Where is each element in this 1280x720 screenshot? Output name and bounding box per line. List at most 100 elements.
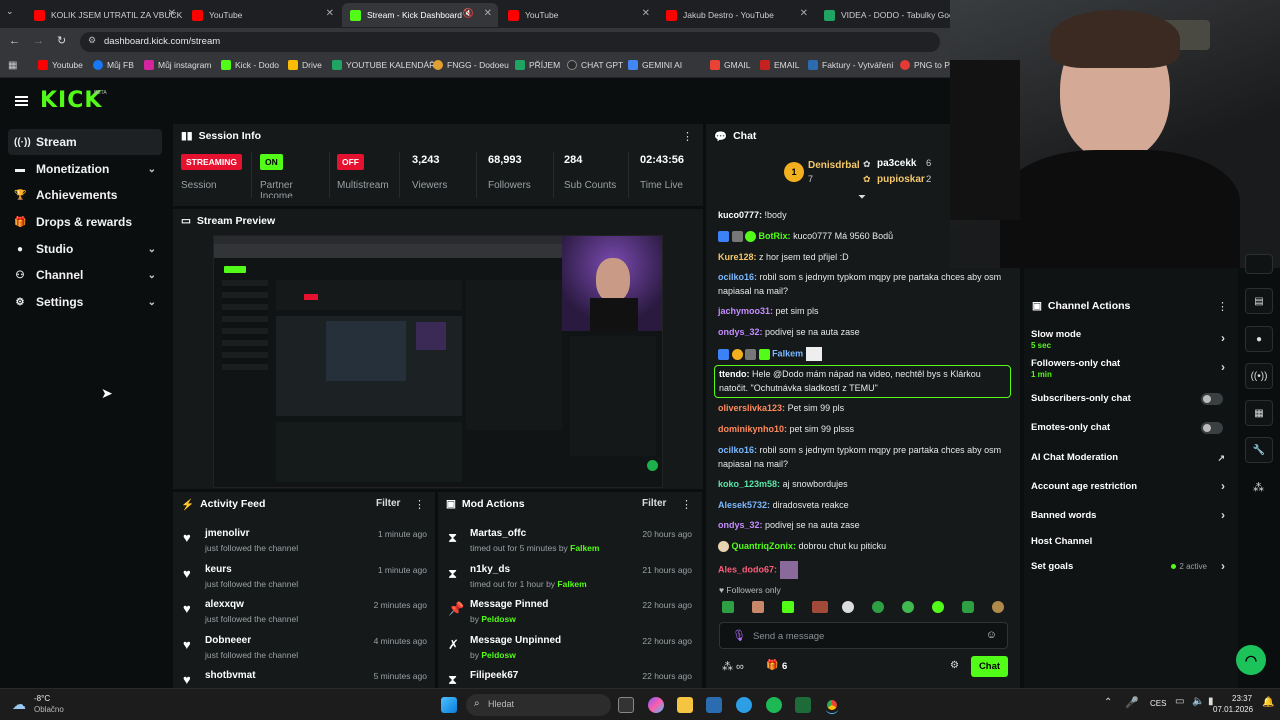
chat-username[interactable]: QuantriqZonix: — [732, 541, 797, 551]
edge-icon[interactable] — [736, 697, 752, 713]
send-chat-button[interactable]: Chat — [971, 656, 1008, 677]
task-view-icon[interactable] — [618, 697, 634, 713]
close-icon[interactable]: ✕ — [326, 8, 334, 19]
more-options-icon[interactable]: ⋮ — [414, 498, 425, 511]
top-gifter-name[interactable]: pa3cekk — [877, 158, 916, 169]
chat-username[interactable]: ondys_32: — [718, 520, 763, 530]
emotes-only-toggle[interactable] — [1201, 422, 1223, 434]
bookmark-fb[interactable]: Můj FB — [93, 60, 134, 70]
sidebar-item-achievements[interactable]: 🏆 Achievements — [8, 182, 162, 208]
emotes-only-row[interactable]: Emotes-only chat — [1031, 422, 1231, 444]
emote-icon[interactable] — [992, 601, 1004, 613]
chat-message[interactable]: ondys_32: podivej se na auta zase — [718, 326, 1008, 340]
clipboard-icon[interactable]: ▤ — [1245, 288, 1273, 314]
chat-username[interactable]: Alesek5732: — [718, 500, 770, 510]
emote-icon[interactable] — [812, 601, 828, 613]
filter-button[interactable]: Filter — [642, 498, 666, 509]
slow-mode-row[interactable]: Slow mode 5 sec › — [1031, 329, 1231, 351]
sidebar-item-channel[interactable]: ⚇ Channel ⌄ — [8, 262, 162, 288]
chat-message[interactable]: ocilko16: robil som s jednym typkom mqpy… — [718, 444, 1008, 471]
close-icon[interactable]: ✕ — [800, 8, 808, 19]
apps-icon[interactable]: ▦ — [8, 60, 17, 71]
microphone-icon[interactable]: 🎤 — [1125, 696, 1139, 709]
chat-username[interactable]: Ales_dodo67: — [718, 564, 777, 574]
weather-temp[interactable]: -8°C — [34, 694, 50, 703]
community-icon[interactable]: ⁂ — [1253, 481, 1264, 494]
reload-icon[interactable]: ↻ — [57, 34, 66, 47]
moderator-name[interactable]: Peldosw — [481, 650, 515, 660]
chat-username[interactable]: dominikynho10: — [718, 424, 787, 434]
notifications-icon[interactable]: 🔔 — [1262, 697, 1274, 708]
tray-chevron-icon[interactable]: ⌃ — [1104, 697, 1112, 708]
volume-icon[interactable]: 🔈 — [1192, 696, 1204, 707]
mute-icon[interactable]: 🔇 — [463, 8, 474, 19]
tab-list-icon[interactable]: ⌄ — [6, 6, 14, 17]
chat-username[interactable]: ocilko16: — [718, 272, 757, 282]
emote-icon[interactable] — [962, 601, 974, 613]
bookmark-faktury[interactable]: Faktury - Vytváření — [808, 60, 893, 70]
clock-time[interactable]: 23:37 — [1232, 694, 1252, 703]
moderator-name[interactable]: Falkem — [570, 543, 599, 553]
emote-icon[interactable] — [722, 601, 734, 613]
close-icon[interactable]: ✕ — [642, 8, 650, 19]
emoji-icon[interactable]: ☺ — [986, 629, 997, 641]
chat-username[interactable]: ocilko16: — [718, 445, 757, 455]
sidebar-item-settings[interactable]: ⚙ Settings ⌄ — [8, 289, 162, 315]
collapse-icon[interactable]: ⏷ — [858, 192, 866, 203]
taskbar-search[interactable]: ⌕ Hledat — [466, 694, 611, 716]
bookmark-drive[interactable]: Drive — [288, 60, 322, 70]
bookmark-yt-calendar[interactable]: YOUTUBE KALENDÁŘ — [332, 60, 435, 70]
chat-message[interactable]: Alesek5732: diradosveta reakce — [718, 499, 1008, 513]
hamburger-menu-icon[interactable] — [15, 96, 28, 106]
bookmark-png[interactable]: PNG to PD — [900, 60, 956, 70]
tab-3[interactable]: YouTube ✕ — [500, 3, 656, 27]
bookmark-instagram[interactable]: Můj instagram — [144, 60, 211, 70]
chat-bubble-icon[interactable]: ● — [1245, 326, 1273, 352]
emote-icon[interactable] — [842, 601, 854, 613]
chat-message[interactable]: Falkem — [718, 347, 1008, 361]
sidebar-item-monetization[interactable]: ▬ Monetization ⌄ — [8, 156, 162, 182]
chat-message[interactable]: Ales_dodo67: — [718, 561, 1008, 579]
more-options-icon[interactable]: ⋮ — [1217, 300, 1228, 313]
subscribers-only-toggle[interactable] — [1201, 393, 1223, 405]
chat-message[interactable]: ocilko16: robil som s jednym typkom mqpy… — [718, 271, 1008, 298]
copilot-icon[interactable] — [648, 697, 664, 713]
chat-message[interactable]: koko_123m58: aj snowbordujes — [718, 478, 1008, 492]
filter-button[interactable]: Filter — [376, 498, 400, 509]
tab-2[interactable]: Stream - Kick Dashboard 🔇 ✕ — [342, 3, 498, 27]
activity-row[interactable]: ♥ keurs just followed the channel 1 minute … — [173, 562, 435, 596]
chrome-icon[interactable] — [824, 697, 840, 713]
stream-preview-video[interactable] — [213, 235, 663, 488]
chat-username[interactable]: Kure128: — [718, 252, 757, 262]
clock-date[interactable]: 07.01.2026 — [1213, 705, 1253, 714]
chat-username[interactable]: ttendo: — [719, 369, 750, 379]
network-icon[interactable]: ▭ — [1175, 696, 1184, 707]
account-age-row[interactable]: Account age restriction › — [1031, 479, 1231, 503]
host-channel-row[interactable]: Host Channel — [1031, 536, 1231, 558]
bookmark-gemini[interactable]: GEMINI AI — [628, 60, 682, 70]
moderator-name[interactable]: Peldosw — [481, 614, 515, 624]
back-icon[interactable]: ← — [9, 35, 20, 47]
chat-message[interactable]: dominikynho10: pet sim 99 plsss — [718, 423, 1008, 437]
close-icon[interactable]: ✕ — [484, 8, 492, 19]
tab-1[interactable]: YouTube ✕ — [184, 3, 340, 27]
bookmark-fngg[interactable]: FNGG - Dodoeu — [433, 60, 509, 70]
windows-start-icon[interactable] — [441, 697, 457, 713]
layers-icon[interactable]: ▦ — [1245, 400, 1273, 426]
channel-points-icon[interactable]: ⁂ ∞ — [722, 660, 744, 673]
chat-settings-icon[interactable]: ⚙ — [950, 660, 959, 671]
activity-row[interactable]: ♥ alexxqw just followed the channel 2 minut… — [173, 597, 435, 631]
chat-input[interactable]: 🎙 Send a message ☺ — [719, 622, 1008, 649]
bookmark-gmail[interactable]: GMAIL — [710, 60, 750, 70]
mod-action-row[interactable]: 📌 Message Pinned by Peldosw 22 hours ago — [438, 597, 700, 631]
mod-action-row[interactable]: ✗ Message Unpinned by Peldosw 22 hours ago — [438, 633, 700, 667]
activity-row[interactable]: ♥ jmenolivr just followed the channel 1 min… — [173, 526, 435, 560]
chat-username[interactable]: oliverslivka123: — [718, 403, 785, 413]
more-options-icon[interactable]: ⋮ — [682, 130, 693, 143]
emote-icon[interactable] — [782, 601, 794, 613]
close-icon[interactable]: ✕ — [168, 8, 176, 19]
set-goals-row[interactable]: Set goals 2 active › — [1031, 559, 1231, 583]
tab-5[interactable]: VIDEA - DODO - Tabulky Goog — [816, 3, 950, 27]
url-field[interactable]: ⚙ dashboard.kick.com/stream — [80, 32, 940, 52]
subscribers-only-row[interactable]: Subscribers-only chat — [1031, 393, 1231, 415]
